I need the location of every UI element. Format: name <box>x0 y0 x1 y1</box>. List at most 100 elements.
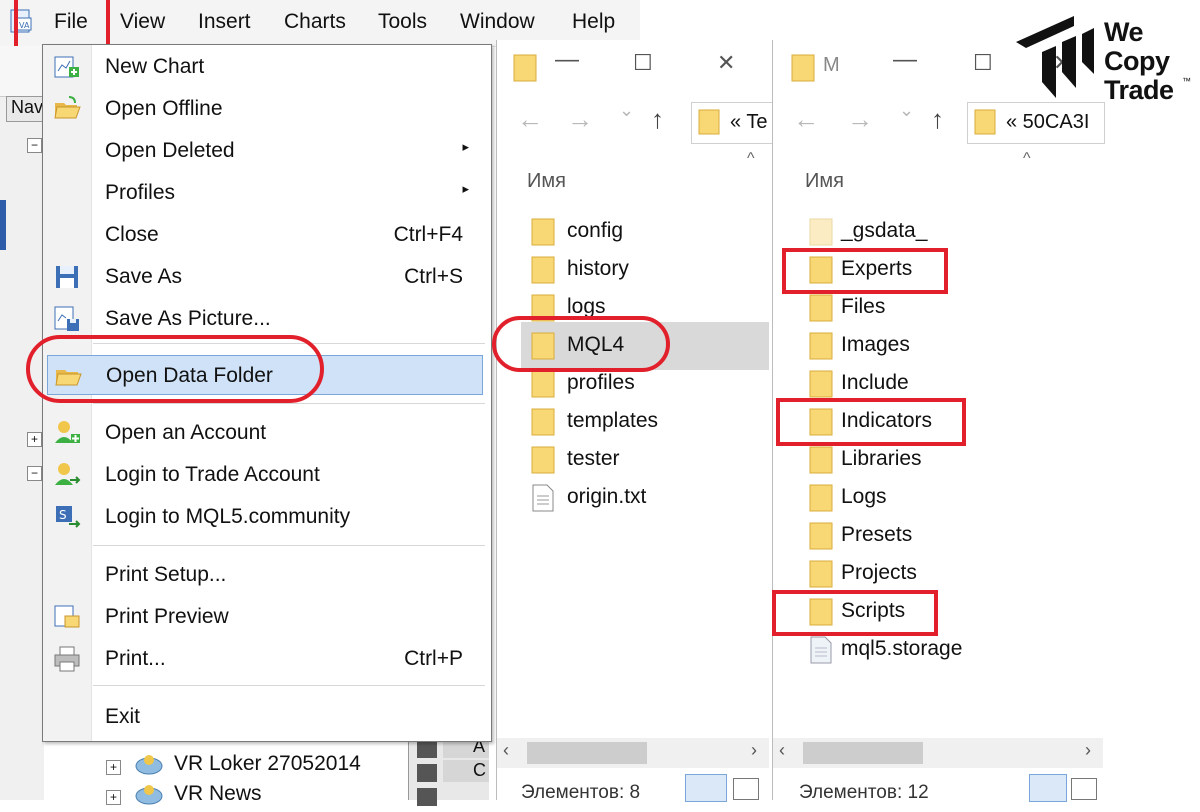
folder-icon <box>531 408 555 436</box>
address-path: « Te <box>730 111 768 133</box>
save-icon <box>53 263 81 291</box>
recent-dropdown-button[interactable]: ⌄ <box>619 100 634 121</box>
scroll-left-icon[interactable]: ‹ <box>503 740 509 761</box>
menu-item-save-as-picture[interactable]: Save As Picture... <box>43 299 489 339</box>
menu-item-login-mql5[interactable]: S Login to MQL5.community <box>43 497 489 537</box>
menu-item-save-as[interactable]: Save As Ctrl+S <box>43 257 489 297</box>
tree-item-label: VR News <box>174 782 262 805</box>
printer-icon <box>53 645 81 673</box>
menu-item-print-preview[interactable]: Print Preview <box>43 597 489 637</box>
toolbar <box>0 46 44 97</box>
forward-button[interactable]: → <box>847 104 873 135</box>
logo-wordmark: We Copy Trade <box>1104 17 1174 105</box>
shortcut-label: Ctrl+F4 <box>393 223 463 246</box>
recent-dropdown-button[interactable]: ⌄ <box>899 100 914 121</box>
tree-item[interactable]: + VR News <box>106 782 406 812</box>
menu-item-print-setup[interactable]: Print Setup... <box>43 555 489 595</box>
list-item[interactable]: Presets <box>809 518 1069 554</box>
scroll-left-icon[interactable]: ‹ <box>779 740 785 761</box>
menu-item-open-offline[interactable]: Open Offline <box>43 89 489 129</box>
open-data-folder-highlight <box>26 335 324 403</box>
menu-help[interactable]: Help <box>572 10 615 34</box>
menu-separator <box>93 545 485 546</box>
list-item[interactable]: _gsdata_ <box>809 214 1069 250</box>
menu-item-login-trade-account[interactable]: Login to Trade Account <box>43 455 489 495</box>
menu-insert[interactable]: Insert <box>198 10 251 34</box>
horizontal-scrollbar[interactable]: ‹ › <box>773 738 1103 768</box>
indicators-highlight <box>776 398 966 446</box>
column-header-name[interactable]: Имя <box>805 170 844 193</box>
back-button[interactable]: ← <box>793 104 819 135</box>
menu-charts[interactable]: Charts <box>284 10 346 34</box>
expert-advisor-icon <box>135 785 163 805</box>
navigator-tab[interactable]: Nav <box>6 96 44 122</box>
menu-view[interactable]: View <box>120 10 165 34</box>
submenu-arrow-icon: ▸ <box>462 181 469 196</box>
folder-icon <box>809 446 833 474</box>
horizontal-scrollbar[interactable]: ‹ › <box>497 738 769 768</box>
list-item[interactable]: Projects <box>809 556 1069 592</box>
shortcut-label: Ctrl+S <box>404 265 463 288</box>
address-bar[interactable]: « 50CA3I <box>967 102 1105 144</box>
tree-expand-toggle[interactable]: + <box>27 432 42 447</box>
list-item[interactable]: history <box>531 252 751 288</box>
folder-icon <box>531 446 555 474</box>
menu-item-print[interactable]: Print... Ctrl+P <box>43 639 489 679</box>
list-item[interactable]: Images <box>809 328 1069 364</box>
list-item[interactable]: Logs <box>809 480 1069 516</box>
list-item[interactable]: origin.txt <box>531 480 751 516</box>
list-item[interactable]: templates <box>531 404 751 440</box>
submenu-arrow-icon: ▸ <box>462 139 469 154</box>
scrollbar-thumb[interactable] <box>527 742 647 764</box>
list-item[interactable]: config <box>531 214 751 250</box>
expert-advisor-icon <box>135 755 163 775</box>
menu-item-close[interactable]: Close Ctrl+F4 <box>43 215 489 255</box>
folder-icon <box>531 218 555 246</box>
column-header-name[interactable]: Имя <box>527 170 566 193</box>
up-button[interactable]: ↑ <box>651 104 664 135</box>
login-user-icon <box>53 461 81 489</box>
explorer-window-data-folder: — ☐ ✕ ← → ⌄ ↑ « Te ^ Имя config history … <box>496 40 773 803</box>
close-button[interactable]: ✕ <box>717 50 735 76</box>
menu-item-exit[interactable]: Exit <box>43 697 489 737</box>
minimize-button[interactable]: — <box>555 46 579 74</box>
navigator-panel <box>0 46 44 800</box>
terminal-table: A C <box>408 736 489 806</box>
menu-item-open-deleted[interactable]: Open Deleted ▸ <box>43 131 489 171</box>
large-icons-view-icon[interactable] <box>1071 778 1097 800</box>
mql5-login-icon: S <box>53 503 81 531</box>
scroll-right-icon[interactable]: › <box>1085 740 1091 761</box>
scrollbar-thumb[interactable] <box>803 742 923 764</box>
list-item[interactable]: mql5.storage <box>809 632 1069 668</box>
list-item[interactable]: tester <box>531 442 751 478</box>
address-bar[interactable]: « Te <box>691 102 773 144</box>
accent-strip <box>0 200 6 250</box>
menu-item-new-chart[interactable]: New Chart <box>43 47 489 87</box>
scroll-right-icon[interactable]: › <box>751 740 757 761</box>
svg-text:S: S <box>59 508 67 522</box>
list-item[interactable]: Libraries <box>809 442 1069 478</box>
menu-item-open-account[interactable]: Open an Account <box>43 413 489 453</box>
menu-tools[interactable]: Tools <box>378 10 427 34</box>
tree-collapse-toggle[interactable]: − <box>27 466 42 481</box>
tree-item[interactable]: + VR Loker 27052014 <box>106 752 406 782</box>
maximize-button[interactable]: ☐ <box>973 50 993 76</box>
list-item[interactable]: Files <box>809 290 1069 326</box>
up-button[interactable]: ↑ <box>931 104 944 135</box>
folder-icon <box>809 332 833 360</box>
details-view-icon[interactable] <box>1029 774 1067 802</box>
large-icons-view-icon[interactable] <box>733 778 759 800</box>
maximize-button[interactable]: ☐ <box>633 50 653 76</box>
tree-collapse-toggle[interactable]: − <box>27 138 42 153</box>
list-item[interactable]: Include <box>809 366 1069 402</box>
storage-file-icon <box>810 636 832 664</box>
folder-icon <box>809 294 833 322</box>
back-button[interactable]: ← <box>517 104 543 135</box>
details-view-icon[interactable] <box>685 774 727 802</box>
menu-window[interactable]: Window <box>460 10 535 34</box>
add-user-icon <box>53 419 81 447</box>
forward-button[interactable]: → <box>567 104 593 135</box>
mql4-highlight <box>492 316 670 372</box>
menu-item-profiles[interactable]: Profiles ▸ <box>43 173 489 213</box>
minimize-button[interactable]: — <box>893 46 917 74</box>
